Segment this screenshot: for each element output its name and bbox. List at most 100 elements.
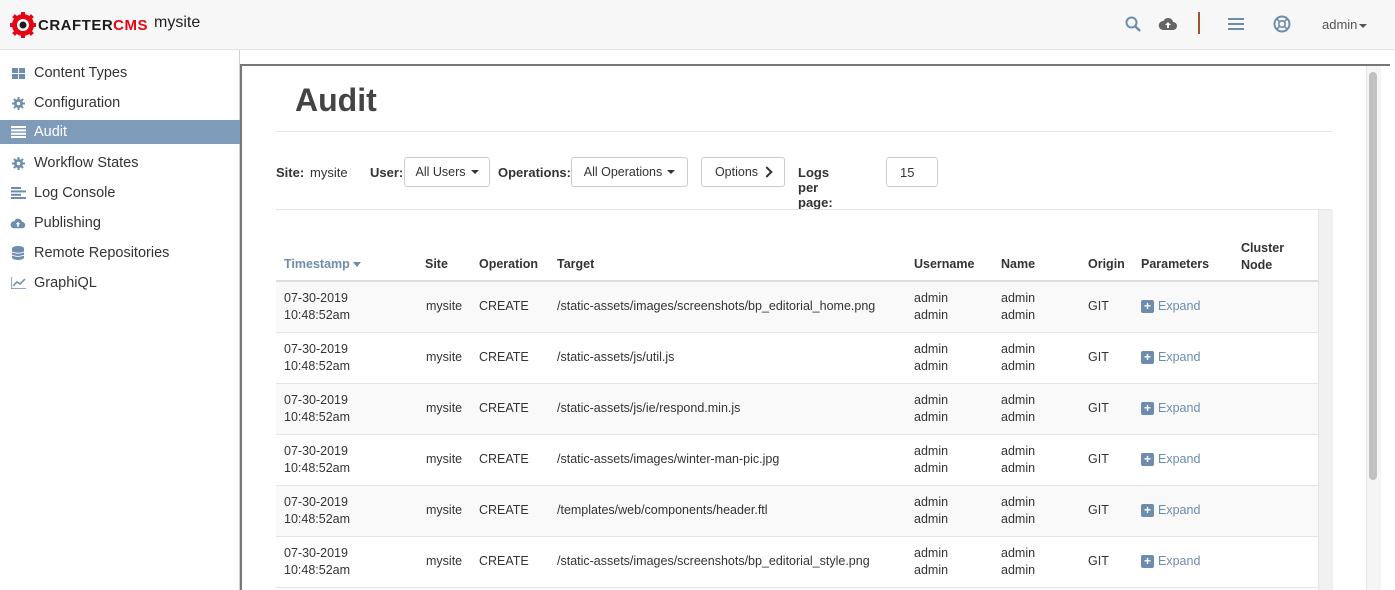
logs-per-page-label: Logs per page: (798, 165, 833, 210)
sidebar-item-configuration[interactable]: Configuration (0, 91, 240, 115)
menu-icon[interactable] (1226, 14, 1246, 34)
name-cell-text: admin (1001, 308, 1036, 322)
title-divider (276, 131, 1332, 132)
target-cell: /static-assets/js/ie/respond.min.js (557, 400, 740, 417)
username-cell: admin admin (914, 290, 948, 324)
list-icon (10, 124, 26, 140)
name-cell-text: admin (1001, 546, 1036, 560)
username-cell-text: admin (914, 495, 949, 509)
logs-per-page-input[interactable]: 15 (886, 157, 938, 187)
column-header-cluster-line1: Cluster (1241, 241, 1285, 255)
timestamp-cell-text: 07-30-2019 (284, 393, 348, 407)
column-header-target: Target (557, 257, 595, 271)
name-cell-text: admin (1001, 393, 1036, 407)
site-cell: mysite (426, 451, 462, 468)
crafter-logo[interactable]: CRAFTERCMS (10, 9, 148, 41)
help-icon[interactable] (1272, 14, 1292, 34)
target-cell-text: /static-assets/js/ie/respond.min.js (557, 401, 741, 415)
search-icon[interactable] (1123, 14, 1143, 34)
operation-cell-text: CREATE (479, 299, 529, 313)
target-cell-text: /static-assets/images/screenshots/bp_edi… (557, 554, 870, 568)
timestamp-cell-text: 10:48:52am (284, 410, 351, 424)
username-cell-text: admin (914, 546, 949, 560)
top-bar: CRAFTERCMS mysite admin (0, 0, 1395, 50)
user-menu[interactable]: admin (1322, 17, 1368, 32)
column-header-username: Username (914, 257, 975, 271)
target-cell-text: /static-assets/images/screenshots/bp_edi… (557, 299, 876, 313)
username-cell: admin admin (914, 545, 948, 579)
operations-filter-dropdown[interactable]: All Operations (571, 157, 688, 187)
timestamp-cell-text: 07-30-2019 (284, 495, 348, 509)
plus-square-icon: + (1141, 299, 1154, 313)
timestamp-cell-text: 10:48:52am (284, 563, 351, 577)
username-cell: admin admin (914, 494, 948, 528)
timestamp-cell-text: 10:48:52am (284, 512, 351, 526)
expand-parameters-button[interactable]: + Expand (1141, 299, 1200, 313)
column-header-cluster-line2: Node (1241, 258, 1273, 272)
sidebar-item-log-console[interactable]: Log Console (0, 181, 240, 205)
site-filter-value: mysite (310, 165, 348, 180)
page-scrollbar-thumb[interactable] (1369, 72, 1377, 480)
operation-cell: CREATE (479, 451, 529, 468)
column-header-site: Site (425, 257, 448, 271)
expand-parameters-button[interactable]: + Expand (1141, 401, 1200, 415)
name-cell: admin admin (1001, 341, 1035, 375)
name-cell-text: admin (1001, 444, 1036, 458)
target-cell: /templates/web/components/header.ftl (557, 502, 768, 519)
table-row: 07-30-2019 10:48:52am mysite CREATE/static-… (276, 537, 1318, 588)
expand-parameters-button[interactable]: + Expand (1141, 503, 1200, 517)
timestamp-cell-text: 10:48:52am (284, 461, 351, 475)
toolbar-divider (1198, 12, 1200, 34)
expand-parameters-button[interactable]: + Expand (1141, 452, 1200, 466)
column-header-origin: Origin (1088, 257, 1125, 271)
sidebar-item-label: Publishing (34, 215, 101, 231)
expand-parameters-button[interactable]: + Expand (1141, 350, 1200, 364)
page-title: Audit (295, 82, 377, 118)
target-cell: /static-assets/images/winter-man-pic.jpg (557, 451, 779, 468)
column-header-timestamp[interactable]: Timestamp (284, 257, 361, 271)
name-cell: admin admin (1001, 443, 1035, 477)
username-cell-text: admin (914, 359, 949, 373)
username-cell: admin admin (914, 341, 948, 375)
sidebar-item-graphiql[interactable]: GraphiQL (0, 271, 240, 295)
timestamp-cell-text: 10:48:52am (284, 308, 351, 322)
site-cell-text: mysite (426, 299, 463, 313)
timestamp-cell: 07-30-2019 10:48:52am (284, 290, 350, 324)
expand-parameters-button[interactable]: + Expand (1141, 554, 1200, 568)
origin-cell: GIT (1088, 298, 1109, 315)
column-header-name: Name (1001, 257, 1036, 271)
table-scrollbar[interactable] (1318, 210, 1333, 590)
cloud-upload-icon[interactable] (1158, 14, 1178, 34)
username-cell-text: admin (914, 342, 949, 356)
name-cell-text: admin (1001, 512, 1036, 526)
sidebar-item-content-types[interactable]: Content Types (0, 61, 240, 85)
name-cell: admin admin (1001, 392, 1035, 426)
expand-label: Expand (1158, 350, 1201, 364)
column-header-label: Timestamp (284, 257, 350, 271)
site-cell-text: mysite (426, 350, 463, 364)
user-filter-label: User: (370, 165, 404, 180)
gear-icon (10, 155, 26, 171)
chevron-right-icon (761, 166, 773, 178)
sidebar-item-publishing[interactable]: Publishing (0, 211, 240, 235)
username-cell: admin admin (914, 392, 948, 426)
site-cell-text: mysite (426, 452, 463, 466)
sidebar-item-audit[interactable]: Audit (0, 120, 240, 144)
site-switcher[interactable]: mysite (154, 14, 200, 32)
expand-label: Expand (1158, 299, 1201, 313)
origin-cell: GIT (1088, 400, 1109, 417)
timestamp-cell: 07-30-2019 10:48:52am (284, 341, 350, 375)
operation-cell-text: CREATE (479, 350, 529, 364)
user-filter-value: All Users (415, 165, 466, 179)
username-cell-text: admin (914, 291, 949, 305)
site-cell: mysite (426, 298, 462, 315)
sidebar-item-label: GraphiQL (34, 275, 97, 291)
sidebar-item-workflow-states[interactable]: Workflow States (0, 151, 240, 175)
username-cell-text: admin (914, 308, 949, 322)
user-filter-dropdown[interactable]: All Users (404, 157, 490, 187)
name-cell-text: admin (1001, 291, 1036, 305)
chevron-down-icon (667, 170, 676, 174)
sidebar-item-remote-repositories[interactable]: Remote Repositories (0, 241, 240, 265)
options-button[interactable]: Options (701, 157, 785, 187)
site-cell: mysite (426, 400, 462, 417)
